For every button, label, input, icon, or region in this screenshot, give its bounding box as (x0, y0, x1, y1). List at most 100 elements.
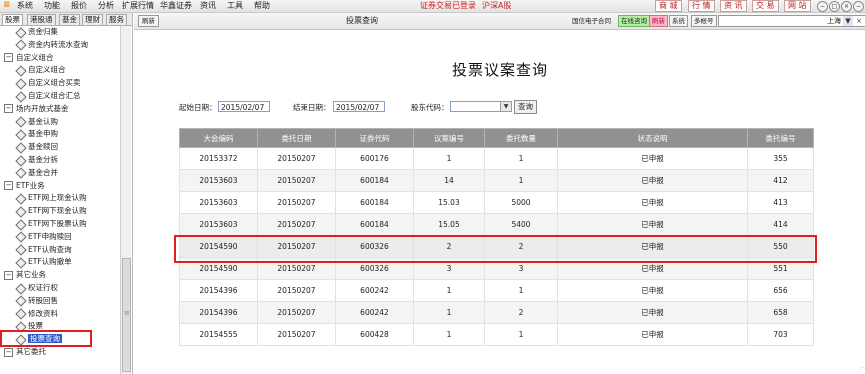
menu-function[interactable]: 功能 (44, 1, 60, 11)
menu-extended-quote[interactable]: 扩展行情 (122, 1, 154, 11)
menu-help[interactable]: 帮助 (254, 1, 270, 11)
tree-item[interactable]: ETF网下股票认购 (16, 218, 87, 230)
tree-group[interactable]: − 其它委托 (4, 346, 46, 358)
function-node-icon (16, 220, 25, 229)
minimize-icon[interactable]: − (817, 1, 828, 12)
table-row[interactable]: 20153372 20150207 600176 1 1 已申报 355 (179, 147, 814, 170)
tree-group[interactable]: − 自定义组合 (4, 52, 54, 64)
holder-code-select[interactable]: ▼ (450, 101, 512, 112)
table-row[interactable]: 20154396 20150207 600242 1 1 已申报 656 (179, 279, 814, 302)
shop-button[interactable]: 商 城 (655, 0, 682, 12)
news-button[interactable]: 资 讯 (720, 0, 747, 12)
tab-wealth[interactable]: 理财 (82, 14, 103, 25)
col-meeting-code[interactable]: 大会编码 (179, 128, 258, 148)
tree-item[interactable]: ETF认购撤单 (16, 256, 72, 268)
table-row[interactable]: 20154555 20150207 600428 1 1 已申报 703 (179, 323, 814, 346)
tree-item[interactable]: 自定义组合汇总 (16, 90, 81, 102)
tree-item-label: 基金合并 (28, 167, 58, 177)
tree-item[interactable]: 基金申购 (16, 128, 58, 140)
query-button[interactable]: 查询 (514, 100, 537, 114)
menu-news[interactable]: 资讯 (200, 1, 216, 11)
tree-item[interactable]: ETF网下现金认购 (16, 205, 87, 217)
tree-item[interactable]: ETF认购查询 (16, 244, 72, 256)
table-row[interactable]: 20153603 20150207 600184 15.03 5000 已申报 413 (179, 191, 814, 214)
tab-hk-connect[interactable]: 港股通 (27, 14, 56, 25)
tree-item[interactable]: 基金赎回 (16, 141, 58, 153)
tab-funds[interactable]: 基金 (59, 14, 80, 25)
tree-group[interactable]: − 其它业务 (4, 269, 46, 281)
menu-analysis[interactable]: 分析 (98, 1, 114, 11)
market-button[interactable]: 行 情 (688, 0, 715, 12)
tree-item-label: 自定义组合 (28, 65, 66, 75)
tree-item[interactable]: 资金内转流水查询 (16, 39, 88, 51)
menu-system[interactable]: 系统 (17, 1, 33, 11)
tab-service[interactable]: 服务 (106, 14, 127, 25)
close-icon[interactable]: × (841, 1, 852, 12)
chevron-down-icon[interactable]: ▼ (843, 16, 853, 26)
table-row[interactable]: 20153603 20150207 600184 14 1 已申报 412 (179, 169, 814, 192)
online-consult-button[interactable]: 在线咨询 (618, 15, 650, 27)
trade-button[interactable]: 交 易 (752, 0, 779, 12)
tree-item[interactable]: ETF网上现金认购 (16, 192, 87, 204)
tree-item-label: ETF业务 (16, 180, 45, 190)
col-order-no[interactable]: 委托编号 (747, 128, 814, 148)
col-status[interactable]: 状态说明 (557, 128, 748, 148)
tree-item[interactable]: 基金认购 (16, 116, 58, 128)
tree-item[interactable]: 基金合并 (16, 167, 58, 179)
collapse-toggle-icon[interactable]: − (4, 347, 13, 357)
cell-meeting-code: 20154396 (179, 301, 258, 324)
cell-order-no: 355 (747, 147, 814, 170)
system-button[interactable]: 系统 (669, 15, 688, 27)
cell-order-date: 20150207 (257, 323, 336, 346)
website-button[interactable]: 网 站 (784, 0, 811, 12)
multi-account-button[interactable]: 多帐号 (691, 15, 717, 27)
col-security-code[interactable]: 证券代码 (335, 128, 414, 148)
col-order-qty[interactable]: 委托数量 (484, 128, 558, 148)
chevron-down-icon[interactable]: ▼ (500, 102, 511, 111)
collapse-icon[interactable]: − (853, 1, 864, 12)
cell-meeting-code: 20153603 (179, 213, 258, 236)
table-row[interactable]: 20154396 20150207 600242 1 2 已申报 658 (179, 301, 814, 324)
maximize-icon[interactable]: □ (829, 1, 840, 12)
tree-item[interactable]: 基金分拆 (16, 154, 58, 166)
refresh-small-button[interactable]: 刷新 (649, 15, 668, 27)
collapse-toggle-icon[interactable]: − (4, 104, 13, 114)
tree-group[interactable]: − ETF业务 (4, 180, 45, 192)
cell-order-no: 703 (747, 323, 814, 346)
e-contract-link[interactable]: 国信电子合同 (572, 16, 611, 26)
collapse-toggle-icon[interactable]: − (4, 270, 13, 280)
col-proposal-no[interactable]: 议案编号 (413, 128, 485, 148)
tree-item[interactable]: 修改资料 (16, 308, 58, 320)
tree-item[interactable]: 转股回售 (16, 295, 58, 307)
collapse-toggle-icon[interactable]: − (4, 181, 13, 191)
close-panel-icon[interactable]: × (854, 16, 864, 26)
tree-item-label: 场内开放式基金 (16, 103, 69, 113)
start-date-field[interactable]: 2015/02/07 (218, 101, 270, 112)
tree-scrollbar[interactable]: ≡ (120, 26, 131, 374)
refresh-button[interactable]: 刷新 (138, 15, 159, 27)
tree-item[interactable]: 自定义组合买卖 (16, 77, 81, 89)
tree-item[interactable]: 权证行权 (16, 282, 58, 294)
tree-item[interactable]: 资金归集 (16, 26, 58, 38)
start-date-label: 起始日期： (179, 103, 217, 112)
function-node-icon (16, 284, 25, 293)
table-row[interactable]: 20153603 20150207 600184 15.05 5400 已申报 414 (179, 213, 814, 236)
tree-group[interactable]: − 场内开放式基金 (4, 103, 69, 115)
resize-grip-icon[interactable]: ⋰ (857, 366, 864, 374)
menu-tools[interactable]: 工具 (227, 1, 243, 11)
account-select[interactable]: 上海 ▼ × (718, 15, 865, 27)
cell-status: 已申报 (557, 323, 748, 346)
end-date-field[interactable]: 2015/02/07 (333, 101, 385, 112)
tree-scrollbar-thumb[interactable]: ≡ (122, 258, 131, 372)
cell-meeting-code: 20154396 (179, 279, 258, 302)
cell-proposal-no: 1 (413, 279, 485, 302)
tree-item[interactable]: ETF申购赎回 (16, 231, 72, 243)
col-order-date[interactable]: 委托日期 (257, 128, 336, 148)
collapse-toggle-icon[interactable]: − (4, 53, 13, 63)
menu-quote[interactable]: 报价 (71, 1, 87, 11)
tree-item[interactable]: 自定义组合 (16, 64, 66, 76)
tab-stocks[interactable]: 股票 (2, 14, 23, 25)
cell-order-qty: 1 (484, 323, 558, 346)
menu-huaxin-securities[interactable]: 华鑫证券 (160, 1, 192, 11)
highlight-box-row (174, 235, 817, 263)
